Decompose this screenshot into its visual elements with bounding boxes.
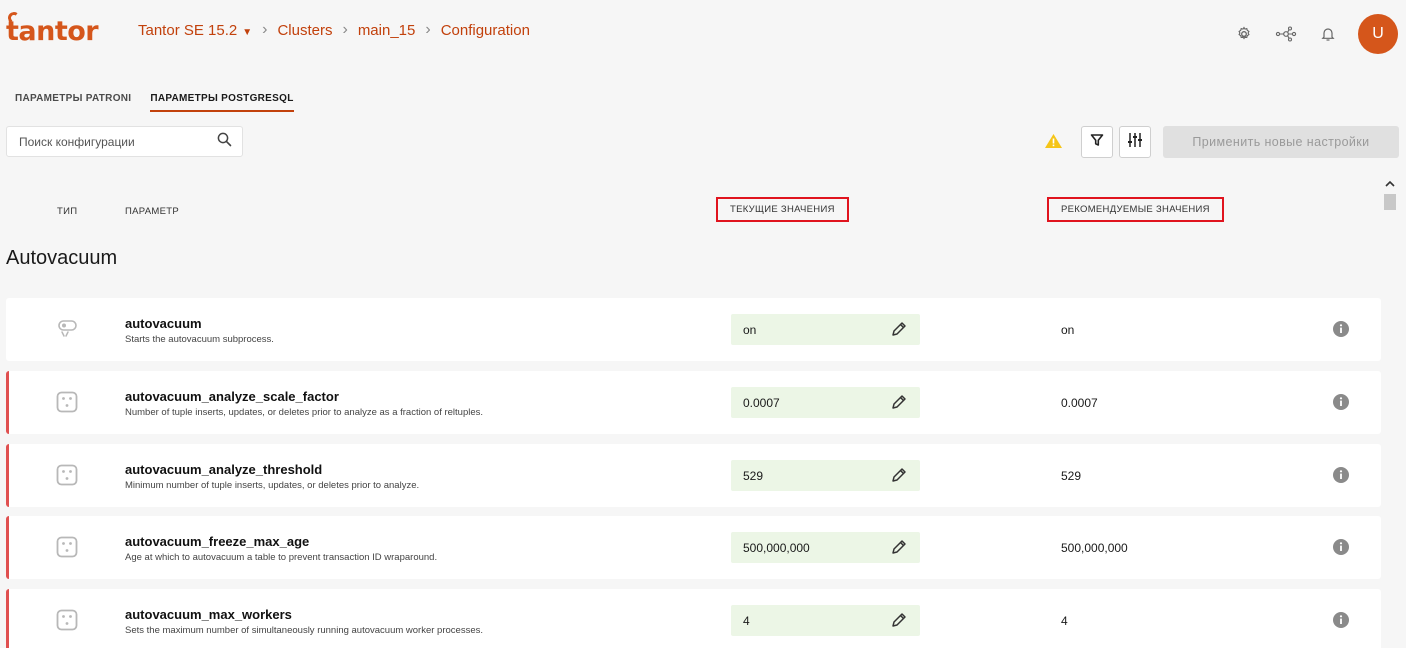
- tab-patroni[interactable]: ПАРАМЕТРЫ PATRONI: [15, 93, 131, 112]
- tab-postgresql[interactable]: ПАРАМЕТРЫ POSTGRESQL: [150, 93, 294, 112]
- column-header-current: ТЕКУЩИЕ ЗНАЧЕНИЯ: [716, 197, 849, 222]
- param-name: autovacuum: [125, 316, 202, 331]
- section-title: Autovacuum: [6, 247, 118, 269]
- numeric-icon: [56, 536, 78, 563]
- info-icon[interactable]: [1333, 321, 1349, 342]
- table-row[interactable]: autovacuum_analyze_threshold Minimum num…: [6, 444, 1381, 507]
- current-value: 529: [743, 469, 764, 483]
- tantor-logo[interactable]: tantor: [6, 11, 99, 48]
- table-row[interactable]: autovacuum_analyze_scale_factor Number o…: [6, 371, 1381, 434]
- numeric-icon: [56, 464, 78, 491]
- current-value: on: [743, 323, 757, 337]
- table-row[interactable]: autovacuum_max_workers Sets the maximum …: [6, 589, 1381, 648]
- chevron-right-icon: ›: [425, 21, 431, 38]
- param-description: Number of tuple inserts, updates, or del…: [125, 407, 484, 418]
- search-input[interactable]: Поиск конфигурации: [6, 126, 243, 157]
- current-value-field[interactable]: 500,000,000: [731, 532, 920, 563]
- current-value: 0.0007: [743, 396, 780, 410]
- settings-sliders-button[interactable]: [1119, 126, 1151, 158]
- toggle-icon: [56, 318, 80, 345]
- breadcrumb-clusters[interactable]: Clusters: [277, 22, 332, 39]
- current-value-field[interactable]: 4: [731, 605, 920, 636]
- chevron-right-icon: ›: [262, 21, 268, 38]
- pencil-icon[interactable]: [890, 538, 908, 561]
- param-description: Age at which to autovacuum a table to pr…: [125, 552, 438, 563]
- column-header-recommended: РЕКОМЕНДУЕМЫЕ ЗНАЧЕНИЯ: [1047, 197, 1224, 222]
- table-row[interactable]: autovacuum Starts the autovacuum subproc…: [6, 298, 1381, 361]
- recommended-value: 500,000,000: [1061, 541, 1128, 555]
- column-header-param: ПАРАМЕТР: [125, 206, 179, 217]
- breadcrumb-page: Configuration: [440, 21, 530, 39]
- scroll-thumb[interactable]: [1384, 194, 1396, 210]
- breadcrumb-cluster[interactable]: main_15: [358, 22, 416, 39]
- info-icon[interactable]: [1333, 612, 1349, 633]
- param-name: autovacuum_freeze_max_age: [125, 534, 310, 549]
- config-tabs: ПАРАМЕТРЫ PATRONI ПАРАМЕТРЫ POSTGRESQL: [15, 93, 313, 112]
- current-value-field[interactable]: on: [731, 314, 920, 345]
- param-name: autovacuum_max_workers: [125, 607, 292, 622]
- gear-icon[interactable]: [1228, 18, 1260, 50]
- breadcrumb-product[interactable]: Tantor SE 15.2 ▼: [138, 22, 252, 39]
- chevron-down-icon: ▼: [242, 26, 253, 38]
- scroll-up-icon[interactable]: [1384, 176, 1396, 194]
- recommended-value: 4: [1061, 614, 1068, 628]
- param-name: autovacuum_analyze_threshold: [125, 462, 323, 477]
- current-value-field[interactable]: 0.0007: [731, 387, 920, 418]
- recommended-value: on: [1061, 323, 1075, 337]
- header-actions: U: [1218, 14, 1398, 54]
- info-icon[interactable]: [1333, 467, 1349, 488]
- bell-icon[interactable]: [1312, 18, 1344, 50]
- filter-icon: [1090, 133, 1104, 152]
- apply-settings-button[interactable]: Применить новые настройки: [1163, 126, 1399, 158]
- table-row[interactable]: autovacuum_freeze_max_age Age at which t…: [6, 516, 1381, 579]
- current-value-field[interactable]: 529: [731, 460, 920, 491]
- avatar[interactable]: U: [1358, 14, 1398, 54]
- current-value: 4: [743, 614, 750, 628]
- recommended-value: 529: [1061, 469, 1082, 483]
- pencil-icon[interactable]: [890, 611, 908, 634]
- param-description: Sets the maximum number of simultaneousl…: [125, 625, 483, 636]
- search-placeholder: Поиск конфигурации: [19, 134, 135, 149]
- logo-text: tantor: [6, 16, 99, 47]
- param-description: Starts the autovacuum subprocess.: [125, 334, 274, 345]
- app-header: tantor Tantor SE 15.2 ▼ › Clusters › main…: [0, 0, 1406, 62]
- info-icon[interactable]: [1333, 539, 1349, 560]
- scrollbar[interactable]: [1382, 174, 1398, 648]
- pencil-icon[interactable]: [890, 320, 908, 343]
- numeric-icon: [56, 391, 78, 418]
- breadcrumb: Tantor SE 15.2 ▼ › Clusters › main_15 › C…: [138, 21, 530, 39]
- column-header-type: ТИП: [57, 206, 78, 217]
- search-icon[interactable]: [217, 132, 232, 152]
- filter-button[interactable]: [1081, 126, 1113, 158]
- pencil-icon[interactable]: [890, 393, 908, 416]
- warning-icon[interactable]: [1044, 133, 1063, 154]
- recommended-value: 0.0007: [1061, 396, 1098, 410]
- param-name: autovacuum_analyze_scale_factor: [125, 389, 339, 404]
- pencil-icon[interactable]: [890, 466, 908, 489]
- sliders-icon: [1127, 132, 1143, 153]
- param-description: Minimum number of tuple inserts, updates…: [125, 480, 420, 491]
- chevron-right-icon: ›: [342, 21, 348, 38]
- breadcrumb-product-label: Tantor SE 15.2: [138, 21, 238, 39]
- info-icon[interactable]: [1333, 394, 1349, 415]
- current-value: 500,000,000: [743, 541, 810, 555]
- numeric-icon: [56, 609, 78, 636]
- network-icon[interactable]: [1270, 18, 1302, 50]
